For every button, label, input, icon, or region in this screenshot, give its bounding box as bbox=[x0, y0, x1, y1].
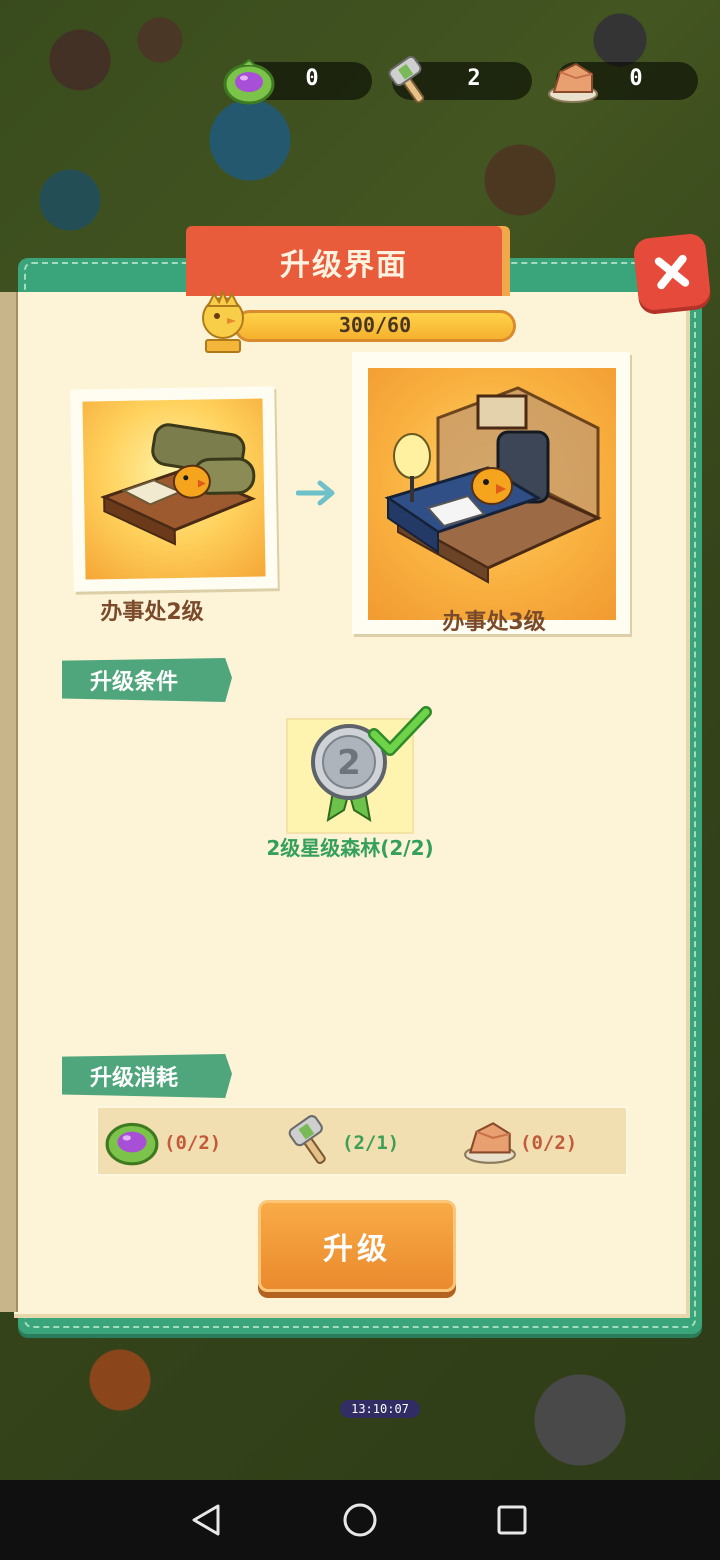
purple-fruit-icon bbox=[223, 58, 275, 105]
hammer-icon bbox=[388, 56, 425, 104]
panel-title: 升级界面 bbox=[280, 248, 408, 283]
cost-hammer-icon bbox=[288, 1115, 326, 1165]
nav-recents-button[interactable] bbox=[490, 1498, 534, 1542]
close-button[interactable] bbox=[632, 232, 712, 312]
office-desk-illustration bbox=[384, 386, 602, 584]
cost-amount-hammer: (2/1) bbox=[342, 1132, 400, 1154]
conditions-header: 升级条件 bbox=[62, 658, 232, 702]
wooden-desk-illustration bbox=[100, 423, 257, 546]
stone-icon bbox=[548, 62, 598, 103]
cost-amount-fruit: (0/2) bbox=[164, 1132, 222, 1154]
trophy-icon bbox=[202, 289, 244, 353]
upgrade-button-label: 升级 bbox=[323, 1232, 391, 1267]
system-nav-bar bbox=[0, 1480, 720, 1560]
panel-book-spine bbox=[0, 292, 18, 1312]
home-circle-icon bbox=[343, 1503, 377, 1537]
upgrade-button[interactable]: 升级 bbox=[258, 1200, 456, 1292]
back-triangle-icon bbox=[192, 1504, 220, 1536]
close-icon bbox=[654, 254, 690, 290]
medal-number: 2 bbox=[337, 743, 361, 783]
next-building-label: 办事处3级 bbox=[442, 610, 546, 635]
level-progress-text: 300/60 bbox=[338, 313, 412, 337]
checkmark-icon bbox=[368, 706, 432, 756]
cost-purple-fruit-icon bbox=[105, 1122, 159, 1166]
current-building-label: 办事处2级 bbox=[100, 600, 204, 625]
cost-stone-icon bbox=[464, 1122, 516, 1164]
cost-amount-stone: (0/2) bbox=[520, 1132, 578, 1154]
condition-text: 2级星级森林(2/2) bbox=[266, 836, 434, 860]
resource-value-fruit: 0 bbox=[305, 66, 319, 91]
next-building-card bbox=[352, 352, 630, 634]
costs-header: 升级消耗 bbox=[62, 1054, 232, 1098]
resource-value-hammer: 2 bbox=[467, 66, 481, 91]
arrow-right-icon bbox=[296, 480, 335, 506]
current-building-card bbox=[70, 386, 278, 592]
nav-home-button[interactable] bbox=[338, 1498, 382, 1542]
recents-square-icon bbox=[497, 1505, 527, 1535]
resource-value-stone: 0 bbox=[629, 66, 643, 91]
nav-back-button[interactable] bbox=[184, 1498, 228, 1542]
background-timer: 13:10:07 bbox=[340, 1400, 420, 1418]
